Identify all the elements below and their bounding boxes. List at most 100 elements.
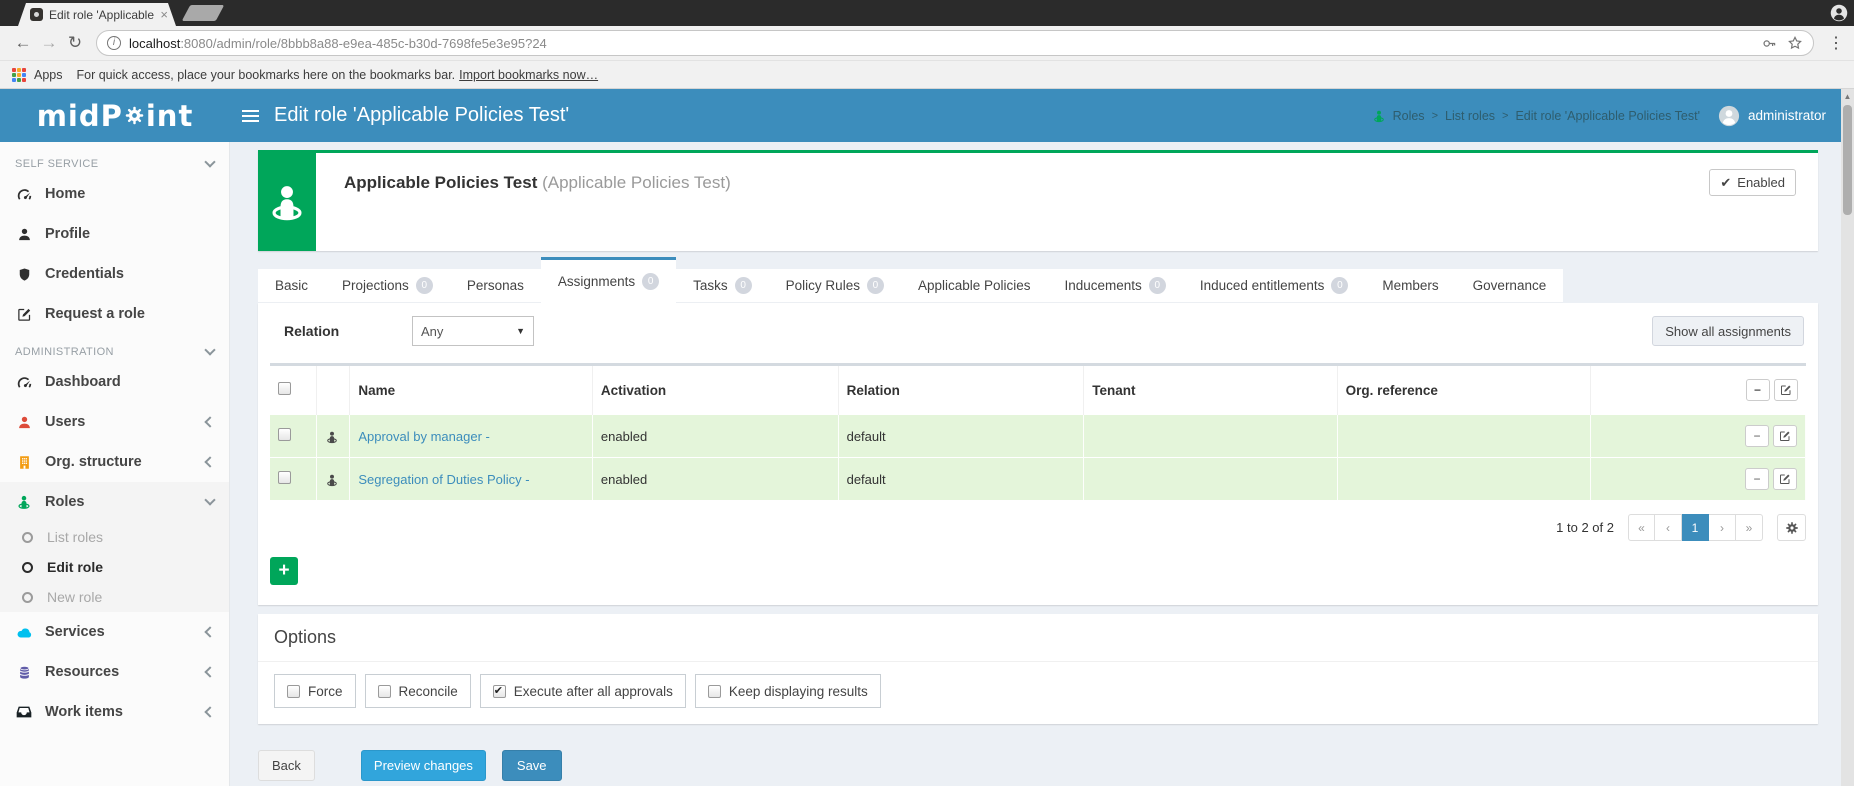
scroll-up-icon[interactable]: ▲: [1841, 89, 1854, 101]
tab-projections[interactable]: Projections0: [325, 269, 450, 303]
back-icon[interactable]: ←: [10, 33, 36, 53]
edit-button[interactable]: [1773, 425, 1797, 447]
option-execute-after-all-approvals[interactable]: Execute after all approvals: [480, 674, 686, 708]
sidebar-item-home[interactable]: Home: [0, 174, 229, 214]
tab-personas[interactable]: Personas: [450, 269, 541, 303]
relation-select[interactable]: Any ▼: [412, 316, 534, 346]
page-scrollbar[interactable]: ▲: [1841, 89, 1854, 786]
tab-basic[interactable]: Basic: [258, 269, 325, 303]
sidebar-item-work-items[interactable]: Work items: [0, 692, 229, 732]
tab-close-icon[interactable]: ×: [160, 7, 168, 22]
row-checkbox[interactable]: [278, 471, 291, 484]
tab-assignments[interactable]: Assignments0: [541, 257, 676, 303]
edit-button[interactable]: [1773, 468, 1797, 490]
sidebar-item-edit-role[interactable]: Edit role: [0, 552, 229, 582]
sidebar-item-credentials[interactable]: Credentials: [0, 254, 229, 294]
tab-members[interactable]: Members: [1365, 269, 1455, 303]
tab-induced-entitlements[interactable]: Induced entitlements0: [1183, 269, 1366, 303]
edit-button[interactable]: [1774, 379, 1798, 401]
unassign-button[interactable]: −: [1745, 425, 1769, 447]
execute-after-approvals-checkbox[interactable]: [493, 685, 506, 698]
scrollbar-thumb[interactable]: [1843, 105, 1852, 215]
show-all-assignments-button[interactable]: Show all assignments: [1652, 316, 1804, 346]
column-header-name[interactable]: Name: [350, 365, 593, 415]
column-header-relation[interactable]: Relation: [838, 365, 1084, 415]
tab-tasks[interactable]: Tasks0: [676, 269, 769, 303]
key-icon[interactable]: [1762, 35, 1777, 51]
caret-down-icon: ▼: [516, 326, 525, 336]
option-keep-displaying-results[interactable]: Keep displaying results: [695, 674, 881, 708]
sidebar-item-profile[interactable]: Profile: [0, 214, 229, 254]
save-button[interactable]: Save: [502, 750, 562, 781]
back-button[interactable]: Back: [258, 750, 315, 781]
assignment-link[interactable]: Approval by manager -: [358, 429, 490, 444]
relation-label: Relation: [284, 323, 364, 339]
tab-policy-rules[interactable]: Policy Rules0: [769, 269, 901, 303]
count-badge: 0: [1331, 277, 1348, 294]
sidebar-item-new-role[interactable]: New role: [0, 582, 229, 612]
refresh-icon[interactable]: ↻: [62, 33, 88, 53]
column-header-activation[interactable]: Activation: [592, 365, 838, 415]
column-header-tenant[interactable]: Tenant: [1084, 365, 1337, 415]
role-icon: [325, 473, 339, 487]
status-badge: ✔ Enabled: [1709, 169, 1796, 196]
page-title: Edit role 'Applicable Policies Test': [274, 104, 1372, 127]
sidebar-item-org-structure[interactable]: Org. structure: [0, 442, 229, 482]
url-bar[interactable]: i localhost :8080/admin/role/8bbb8a88-e9…: [96, 30, 1814, 56]
role-banner: Applicable Policies Test (Applicable Pol…: [258, 150, 1818, 251]
browser-menu-icon[interactable]: ⋮: [1828, 33, 1844, 53]
page-last-button[interactable]: »: [1736, 514, 1763, 541]
page-next-button[interactable]: ›: [1709, 514, 1736, 541]
tab-governance[interactable]: Governance: [1456, 269, 1564, 303]
force-checkbox[interactable]: [287, 685, 300, 698]
sidebar-item-dashboard[interactable]: Dashboard: [0, 362, 229, 402]
import-bookmarks-link[interactable]: Import bookmarks now…: [459, 68, 598, 82]
pagination-summary: 1 to 2 of 2: [1556, 520, 1614, 535]
paging-settings-button[interactable]: [1777, 514, 1806, 541]
preview-changes-button[interactable]: Preview changes: [361, 750, 486, 781]
chevron-left-icon: [204, 626, 215, 637]
tab-inducements[interactable]: Inducements0: [1048, 269, 1183, 303]
role-icon: [15, 494, 33, 510]
assignments-table: Name Activation Relation Tenant Org. ref…: [270, 363, 1806, 500]
option-reconcile[interactable]: Reconcile: [365, 674, 471, 708]
page-prev-button[interactable]: ‹: [1655, 514, 1682, 541]
add-assignment-button[interactable]: +: [270, 557, 298, 585]
hamburger-menu-icon[interactable]: [230, 110, 270, 122]
reconcile-checkbox[interactable]: [378, 685, 391, 698]
table-row: Approval by manager - enabled default −: [270, 415, 1806, 458]
select-all-checkbox[interactable]: [278, 382, 291, 395]
chevron-left-icon: [204, 706, 215, 717]
breadcrumb-roles[interactable]: Roles: [1393, 109, 1425, 123]
sidebar-item-users[interactable]: Users: [0, 402, 229, 442]
sidebar-item-list-roles[interactable]: List roles: [0, 522, 229, 552]
page-info-icon[interactable]: i: [107, 36, 121, 50]
sidebar-item-request-a-role[interactable]: Request a role: [0, 294, 229, 334]
sidebar-item-roles[interactable]: Roles: [0, 482, 229, 522]
gauge-icon: [15, 186, 33, 202]
unassign-button[interactable]: −: [1746, 379, 1770, 401]
assignment-link[interactable]: Segregation of Duties Policy -: [358, 472, 529, 487]
browser-tab[interactable]: Edit role 'Applicable ×: [18, 3, 176, 26]
page-number-button[interactable]: 1: [1682, 514, 1709, 541]
sidebar-item-resources[interactable]: Resources: [0, 652, 229, 692]
browser-titlebar: Edit role 'Applicable ×: [0, 0, 1854, 26]
browser-profile-icon[interactable]: [1830, 4, 1848, 22]
browser-toolbar: ← → ↻ i localhost :8080/admin/role/8bbb8…: [0, 26, 1854, 60]
unassign-button[interactable]: −: [1745, 468, 1769, 490]
page-first-button[interactable]: «: [1628, 514, 1655, 541]
user-menu[interactable]: administrator: [1718, 105, 1826, 127]
column-header-org-reference[interactable]: Org. reference: [1337, 365, 1590, 415]
row-checkbox[interactable]: [278, 428, 291, 441]
midpoint-logo[interactable]: midPint: [0, 99, 230, 133]
bookmark-star-icon[interactable]: [1787, 35, 1803, 52]
sidebar-item-services[interactable]: Services: [0, 612, 229, 652]
option-force[interactable]: Force: [274, 674, 356, 708]
apps-grid-icon[interactable]: [12, 68, 26, 82]
breadcrumb-list-roles[interactable]: List roles: [1445, 109, 1495, 123]
apps-label[interactable]: Apps: [34, 68, 63, 82]
new-tab-button[interactable]: [182, 5, 225, 21]
forward-icon[interactable]: →: [36, 33, 62, 53]
keep-displaying-results-checkbox[interactable]: [708, 685, 721, 698]
tab-applicable-policies[interactable]: Applicable Policies: [901, 269, 1048, 303]
